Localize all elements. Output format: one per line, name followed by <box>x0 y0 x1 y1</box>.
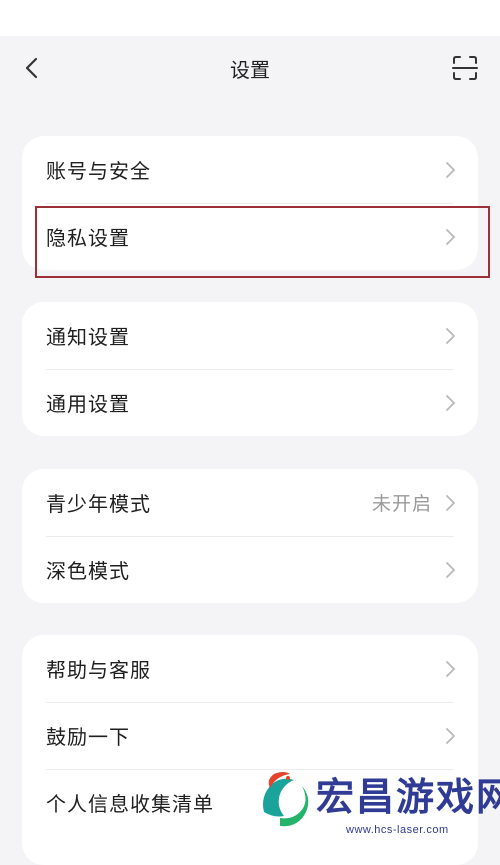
chevron-right-icon <box>442 160 458 180</box>
settings-item-account-security[interactable]: 账号与安全 <box>22 136 478 203</box>
settings-group-general: 通知设置 通用设置 <box>22 302 478 436</box>
settings-item-label: 个人信息收集清单 <box>46 792 214 816</box>
settings-item-label: 通用设置 <box>46 392 130 416</box>
scan-button[interactable] <box>448 51 482 85</box>
settings-item-privacy[interactable]: 隐私设置 <box>22 203 478 270</box>
settings-group-help: 帮助与客服 鼓励一下 个人信息收集清单 <box>22 635 478 865</box>
settings-item-general[interactable]: 通用设置 <box>22 369 478 436</box>
chevron-right-icon <box>442 326 458 346</box>
settings-item-dark-mode[interactable]: 深色模式 <box>22 536 478 603</box>
chevron-right-icon <box>442 393 458 413</box>
settings-item-label: 帮助与客服 <box>46 658 151 682</box>
chevron-right-icon <box>442 726 458 746</box>
page-title: 设置 <box>230 58 270 82</box>
settings-item-help-service[interactable]: 帮助与客服 <box>22 635 478 702</box>
chevron-right-icon <box>442 493 458 513</box>
chevron-right-icon <box>442 227 458 247</box>
status-bar-area <box>0 0 500 36</box>
settings-item-label: 隐私设置 <box>46 226 130 250</box>
settings-group-modes: 青少年模式 未开启 深色模式 <box>22 469 478 603</box>
chevron-right-icon <box>442 659 458 679</box>
settings-item-label: 账号与安全 <box>46 159 151 183</box>
settings-item-label: 鼓励一下 <box>46 725 130 749</box>
settings-item-label: 通知设置 <box>46 325 130 349</box>
scan-icon <box>452 56 478 80</box>
settings-item-label: 深色模式 <box>46 559 130 583</box>
navigation-bar: 设置 <box>0 36 500 100</box>
settings-item-encourage[interactable]: 鼓励一下 <box>22 702 478 769</box>
teen-mode-status: 未开启 <box>371 493 432 515</box>
settings-group-account: 账号与安全 隐私设置 <box>22 136 478 270</box>
settings-item-notifications[interactable]: 通知设置 <box>22 302 478 369</box>
settings-item-personal-info-list[interactable]: 个人信息收集清单 <box>22 769 478 836</box>
settings-item-teen-mode[interactable]: 青少年模式 未开启 <box>22 469 478 536</box>
chevron-right-icon <box>442 560 458 580</box>
settings-item-label: 青少年模式 <box>46 492 151 516</box>
